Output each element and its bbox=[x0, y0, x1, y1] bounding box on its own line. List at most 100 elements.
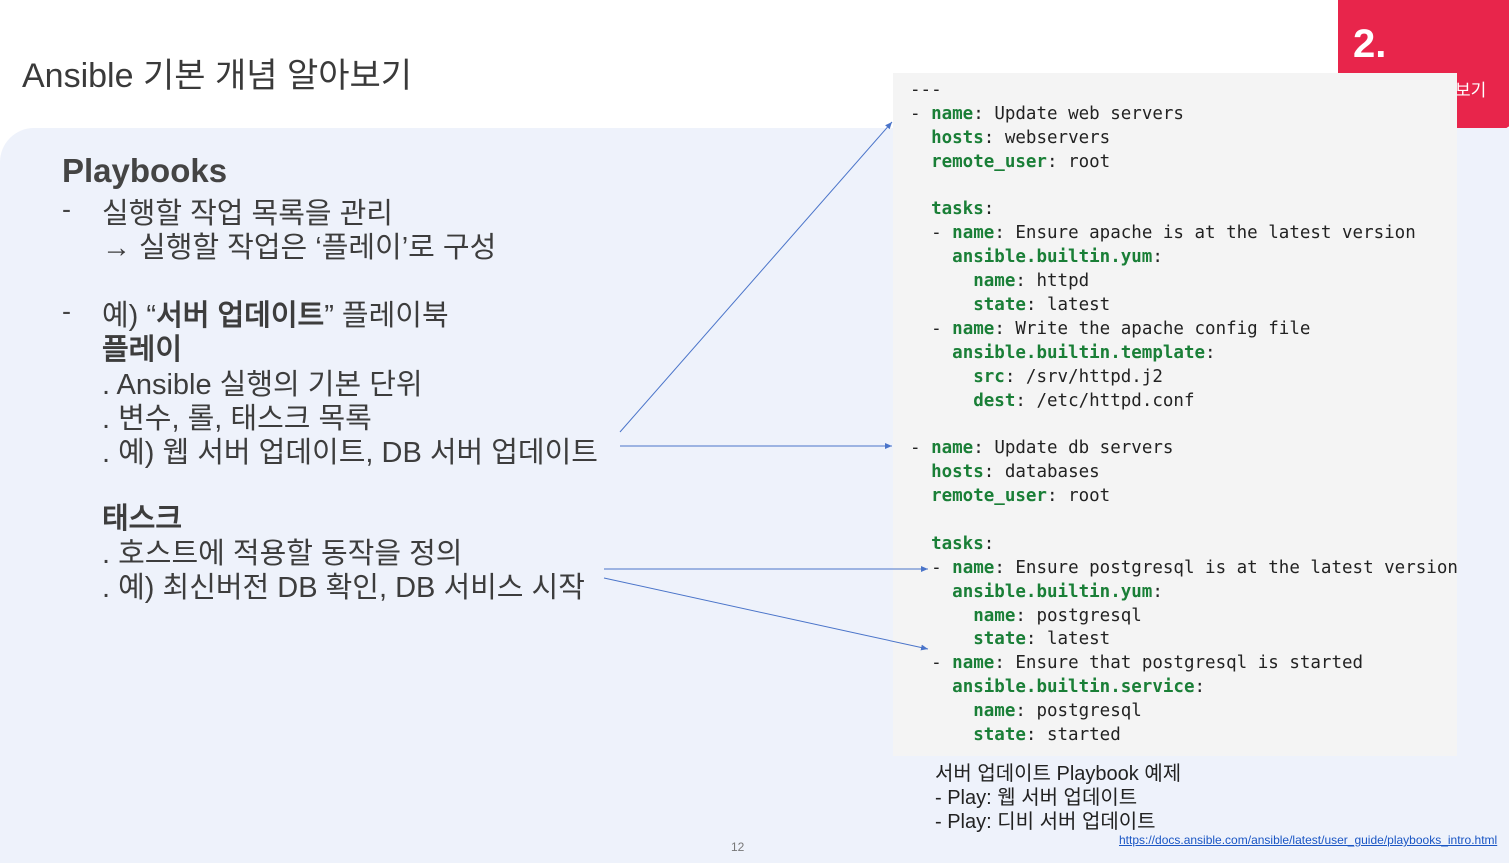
page-number: 12 bbox=[731, 840, 745, 854]
section-subtitle: 보기 bbox=[1455, 81, 1487, 100]
yaml-key: state bbox=[973, 725, 1026, 746]
code-indent: - bbox=[910, 103, 932, 124]
yaml-key: name bbox=[952, 653, 995, 674]
code-line: ansible.builtin.template: bbox=[910, 342, 1457, 366]
code-line: remote_user: root bbox=[910, 485, 1457, 509]
code-line: ansible.builtin.service: bbox=[910, 676, 1457, 700]
yaml-value: Update db servers bbox=[983, 438, 1174, 459]
code-line: hosts: webservers bbox=[910, 127, 1457, 151]
code-line: - name: Ensure apache is at the latest v… bbox=[910, 223, 1416, 244]
code-caption: 서버 업데이트 Playbook 예제 - Play: 웹 서버 업데이트 - … bbox=[935, 762, 1181, 834]
code-indent: - bbox=[910, 557, 953, 578]
code-line: name: postgresql bbox=[910, 605, 1457, 629]
yaml-key: name bbox=[973, 701, 1016, 722]
playbooks-heading: Playbooks bbox=[62, 152, 228, 189]
code-line: - name: Ensure that postgresql is starte… bbox=[910, 653, 1364, 674]
yaml-value: Update web servers bbox=[983, 103, 1184, 124]
caption-item: - Play: 디비 서버 업데이트 bbox=[935, 811, 1156, 833]
yaml-value: /etc/httpd.conf bbox=[1025, 390, 1195, 411]
yaml-key: state bbox=[973, 295, 1026, 316]
yaml-value: httpd bbox=[1025, 271, 1090, 292]
yaml-value: Ensure apache is at the latest version bbox=[1004, 223, 1416, 244]
yaml-value: webservers bbox=[994, 127, 1111, 148]
yaml-code-block: --- - name: Update web servers hosts: web… bbox=[893, 73, 1458, 756]
code-line: hosts: databases bbox=[910, 461, 1457, 485]
bullet-dash: - bbox=[62, 194, 71, 224]
yaml-value: root bbox=[1057, 151, 1111, 172]
yaml-value: postgresql bbox=[1025, 605, 1142, 626]
yaml-key: src bbox=[973, 366, 1005, 387]
code-indent: - bbox=[910, 653, 953, 674]
yaml-key: hosts bbox=[931, 127, 984, 148]
yaml-key: dest bbox=[973, 390, 1016, 411]
yaml-value: latest bbox=[1036, 629, 1111, 650]
yaml-key: name bbox=[973, 605, 1016, 626]
yaml-value: Ensure postgresql is at the latest versi… bbox=[1004, 557, 1458, 578]
code-line: - name: Write the apache config file bbox=[910, 318, 1311, 339]
bullet1-line2: → 실행할 작업은 ‘플레이’로 구성 bbox=[102, 232, 497, 264]
yaml-key: name bbox=[952, 557, 995, 578]
yaml-value: postgresql bbox=[1025, 701, 1142, 722]
yaml-key: name bbox=[931, 438, 974, 459]
code-line: - name: Update web servers bbox=[910, 103, 1184, 124]
caption-item: - Play: 웹 서버 업데이트 bbox=[935, 787, 1138, 809]
code-line: state: latest bbox=[910, 628, 1457, 652]
code-line: tasks: bbox=[910, 198, 1457, 222]
bullet-dash: - bbox=[62, 296, 71, 326]
yaml-value: --- bbox=[910, 80, 942, 100]
yaml-key: name bbox=[931, 103, 974, 124]
code-line: state: started bbox=[910, 724, 1457, 748]
yaml-key: name bbox=[952, 318, 995, 339]
yaml-key: ansible.builtin.service bbox=[952, 677, 1195, 698]
code-line: remote_user: root bbox=[910, 151, 1457, 175]
yaml-value: latest bbox=[1036, 295, 1111, 316]
play-line: . 예) 웹 서버 업데이트, DB 서버 업데이트 bbox=[102, 437, 598, 469]
yaml-key: name bbox=[952, 223, 995, 244]
yaml-value: /srv/httpd.j2 bbox=[1015, 366, 1163, 387]
yaml-key: state bbox=[973, 629, 1026, 650]
code-indent: - bbox=[910, 318, 953, 339]
code-line: name: postgresql bbox=[910, 700, 1457, 724]
code-line: tasks: bbox=[910, 533, 1457, 557]
code-indent: - bbox=[910, 223, 953, 244]
code-line: --- bbox=[910, 79, 1457, 103]
yaml-key: ansible.builtin.yum bbox=[952, 581, 1153, 602]
code-indent: - bbox=[910, 438, 932, 459]
section-number: 2. bbox=[1353, 22, 1387, 66]
yaml-key: remote_user bbox=[931, 151, 1047, 172]
yaml-value: root bbox=[1057, 486, 1111, 507]
yaml-key: name bbox=[973, 271, 1016, 292]
code-line: - name: Update db servers bbox=[910, 438, 1174, 459]
yaml-key: tasks bbox=[931, 533, 984, 554]
code-line: state: latest bbox=[910, 294, 1457, 318]
yaml-value: Ensure that postgresql is started bbox=[1004, 653, 1364, 674]
docs-link[interactable]: https://docs.ansible.com/ansible/latest/… bbox=[1119, 833, 1497, 847]
code-line: dest: /etc/httpd.conf bbox=[910, 390, 1457, 414]
code-line: - name: Ensure postgresql is at the late… bbox=[910, 557, 1458, 578]
page-title: Ansible 기본 개념 알아보기 bbox=[22, 57, 413, 95]
code-line: name: httpd bbox=[910, 270, 1457, 294]
code-line: ansible.builtin.yum: bbox=[910, 246, 1457, 270]
yaml-value: Write the apache config file bbox=[1004, 318, 1311, 339]
task-line: . 예) 최신버전 DB 확인, DB 서비스 시작 bbox=[102, 572, 585, 604]
yaml-value: databases bbox=[994, 462, 1100, 483]
